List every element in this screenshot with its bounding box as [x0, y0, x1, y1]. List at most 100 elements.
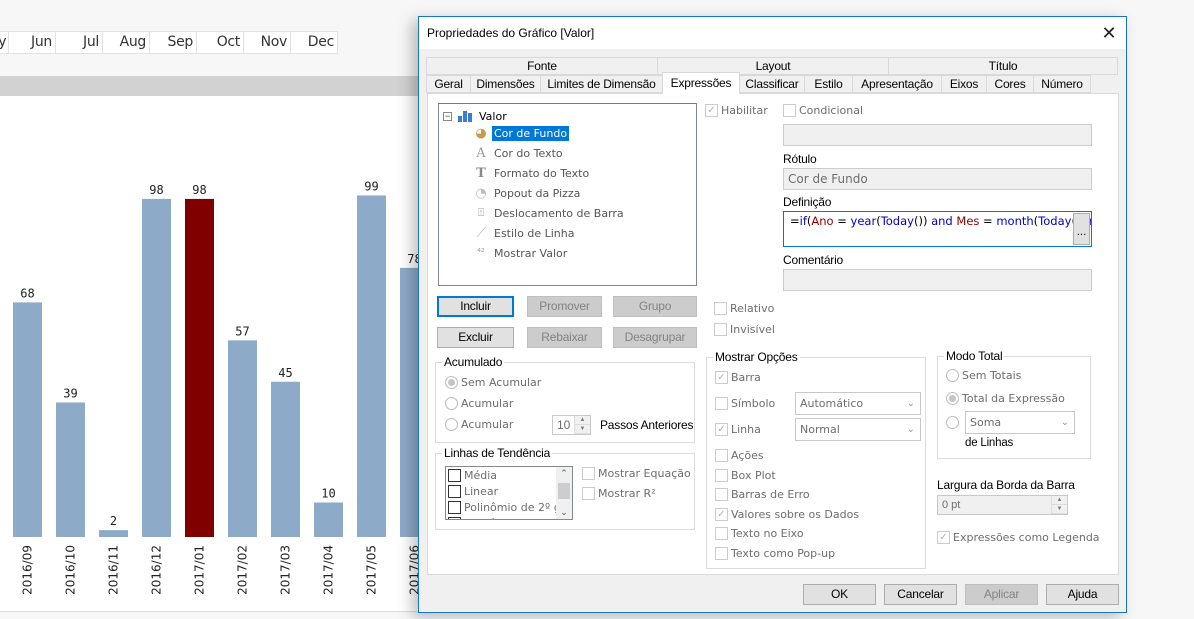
linha-checkbox[interactable]: ✓ Linha: [715, 423, 761, 436]
expression-editor-button[interactable]: ...: [1073, 213, 1090, 245]
bar-2017/02[interactable]: [228, 340, 257, 537]
collapse-icon[interactable]: −: [443, 111, 452, 121]
spin-up-icon[interactable]: ▲: [1052, 496, 1067, 505]
trendline-item[interactable]: Polinômio de 2º gra: [446, 499, 572, 515]
ajuda-button[interactable]: Ajuda: [1046, 584, 1119, 605]
radio-button[interactable]: [445, 397, 458, 410]
radio-button[interactable]: [946, 392, 959, 405]
radio-button[interactable]: [946, 369, 959, 382]
grupo-button[interactable]: Grupo: [613, 296, 697, 317]
trendline-item[interactable]: Média: [446, 467, 572, 483]
month-cell[interactable]: Jun: [8, 31, 56, 54]
tab-numero[interactable]: Número: [1033, 75, 1091, 93]
tree-item-deslocamento-de-barra[interactable]: ⍐ Deslocamento de Barra: [473, 204, 626, 222]
tab-classificar[interactable]: Classificar: [739, 75, 805, 93]
radio-soma[interactable]: [946, 416, 962, 429]
linha-select[interactable]: Normal ⌄: [795, 418, 921, 441]
excluir-button[interactable]: Excluir: [437, 327, 514, 348]
close-button[interactable]: ✕: [1092, 18, 1126, 48]
bar-2016/11[interactable]: [99, 530, 128, 537]
month-cell[interactable]: Oct: [196, 31, 244, 54]
bar-2017/04[interactable]: [314, 502, 343, 538]
checkbox[interactable]: [582, 467, 595, 480]
aplicar-button[interactable]: Aplicar: [965, 584, 1038, 605]
checkbox[interactable]: ✓: [715, 371, 728, 384]
checkbox[interactable]: [714, 323, 727, 336]
tree-root[interactable]: − Valor: [443, 108, 509, 124]
relativo-checkbox[interactable]: Relativo: [714, 302, 774, 315]
barras-de-erro-checkbox[interactable]: Barras de Erro: [715, 488, 810, 501]
ok-button[interactable]: OK: [803, 584, 876, 605]
month-cell[interactable]: Jul: [55, 31, 103, 54]
checkbox[interactable]: ✓: [937, 531, 950, 544]
checkbox[interactable]: [448, 500, 461, 514]
checkbox[interactable]: [448, 468, 461, 482]
promover-button[interactable]: Promover: [527, 296, 602, 317]
habilitar-checkbox[interactable]: ✓ Habilitar: [705, 104, 768, 117]
rebaixar-button[interactable]: Rebaixar: [527, 327, 602, 348]
tab-eixos[interactable]: Eixos: [941, 75, 987, 93]
bar-2016/12[interactable]: [142, 198, 171, 537]
tab-titulo[interactable]: Título: [888, 57, 1118, 75]
radio-total-expressao[interactable]: Total da Expressão: [946, 392, 1065, 405]
acoes-checkbox[interactable]: Ações: [715, 449, 764, 462]
tree-item-estilo-de-linha[interactable]: ⟋ Estilo de Linha: [473, 224, 576, 242]
scroll-thumb[interactable]: [558, 483, 570, 499]
trendline-item[interactable]: Linear: [446, 483, 572, 499]
checkbox[interactable]: [715, 449, 728, 462]
definicao-input[interactable]: =if(Ano = year(Today()) and Mes = month(…: [783, 211, 1092, 247]
month-cell[interactable]: Nov: [243, 31, 291, 54]
tree-item-cor-do-texto[interactable]: A Cor do Texto: [473, 144, 565, 162]
tree-item-popout-da-pizza[interactable]: ◔ Popout da Pizza: [473, 184, 582, 202]
condicional-input[interactable]: [783, 124, 1092, 146]
spin-down-icon[interactable]: ▼: [1052, 505, 1067, 514]
radio-button[interactable]: [946, 416, 959, 429]
month-cell[interactable]: Dec: [290, 31, 338, 54]
radio-acumular[interactable]: Acumular: [445, 397, 513, 410]
barra-checkbox[interactable]: ✓ Barra: [715, 371, 761, 384]
tab-limites-dimensao[interactable]: Limites de Dimensão: [540, 75, 663, 93]
bar-2016/10[interactable]: [56, 402, 85, 537]
checkbox[interactable]: [448, 516, 461, 519]
checkbox[interactable]: ✓: [715, 508, 728, 521]
listbox-scrollbar[interactable]: ⌃ ⌄: [556, 467, 572, 519]
tree-item-mostrar-valor[interactable]: ⁴² Mostrar Valor: [473, 244, 569, 262]
checkbox[interactable]: [715, 397, 728, 410]
soma-select[interactable]: Soma ⌄: [965, 411, 1075, 434]
bar-2017/03[interactable]: [271, 381, 300, 537]
radio-button[interactable]: [445, 376, 458, 389]
tab-dimensoes[interactable]: Dimensões: [470, 75, 541, 93]
checkbox[interactable]: [715, 527, 728, 540]
mostrar-equacao-checkbox[interactable]: Mostrar Equação: [582, 467, 691, 480]
mostrar-r2-checkbox[interactable]: Mostrar R²: [582, 487, 656, 500]
desagrupar-button[interactable]: Desagrupar: [613, 327, 697, 348]
tree-item-cor-de-fundo[interactable]: ◕ Cor de Fundo: [473, 124, 570, 142]
tab-estilo[interactable]: Estilo: [804, 75, 853, 93]
checkbox[interactable]: [783, 104, 796, 117]
checkbox[interactable]: ✓: [715, 423, 728, 436]
checkbox[interactable]: [582, 487, 595, 500]
scroll-down-icon[interactable]: ⌄: [556, 507, 572, 518]
cancelar-button[interactable]: Cancelar: [884, 584, 957, 605]
bar-2017/05[interactable]: [357, 195, 386, 537]
checkbox[interactable]: [715, 488, 728, 501]
box-plot-checkbox[interactable]: Box Plot: [715, 469, 776, 482]
tab-expressoes[interactable]: Expressões: [662, 72, 740, 94]
checkbox[interactable]: ✓: [705, 104, 718, 117]
spin-down-icon[interactable]: ▼: [575, 425, 590, 434]
bar-chart[interactable]: 68 2016/09 39 2016/10 2 2016/11 98 2016/12 98 201…: [0, 96, 420, 612]
month-cell[interactable]: Sep: [149, 31, 197, 54]
checkbox[interactable]: [448, 484, 461, 498]
dialog-title-bar[interactable]: Propriedades do Gráfico [Valor] ✕: [419, 17, 1126, 49]
radio-button[interactable]: [445, 418, 458, 431]
checkbox[interactable]: [715, 547, 728, 560]
bar-2017/01[interactable]: [185, 198, 214, 537]
bar-2016/09[interactable]: [13, 302, 42, 537]
comentario-input[interactable]: [783, 269, 1092, 291]
bar-2017/06[interactable]: [400, 267, 420, 537]
condicional-checkbox[interactable]: Condicional: [783, 104, 863, 117]
tab-fonte[interactable]: Fonte: [426, 57, 658, 75]
expression-tree[interactable]: − Valor ◕ Cor de Fundo A Cor do Texto T …: [438, 103, 697, 286]
checkbox[interactable]: [715, 469, 728, 482]
month-cell[interactable]: Aug: [102, 31, 150, 54]
